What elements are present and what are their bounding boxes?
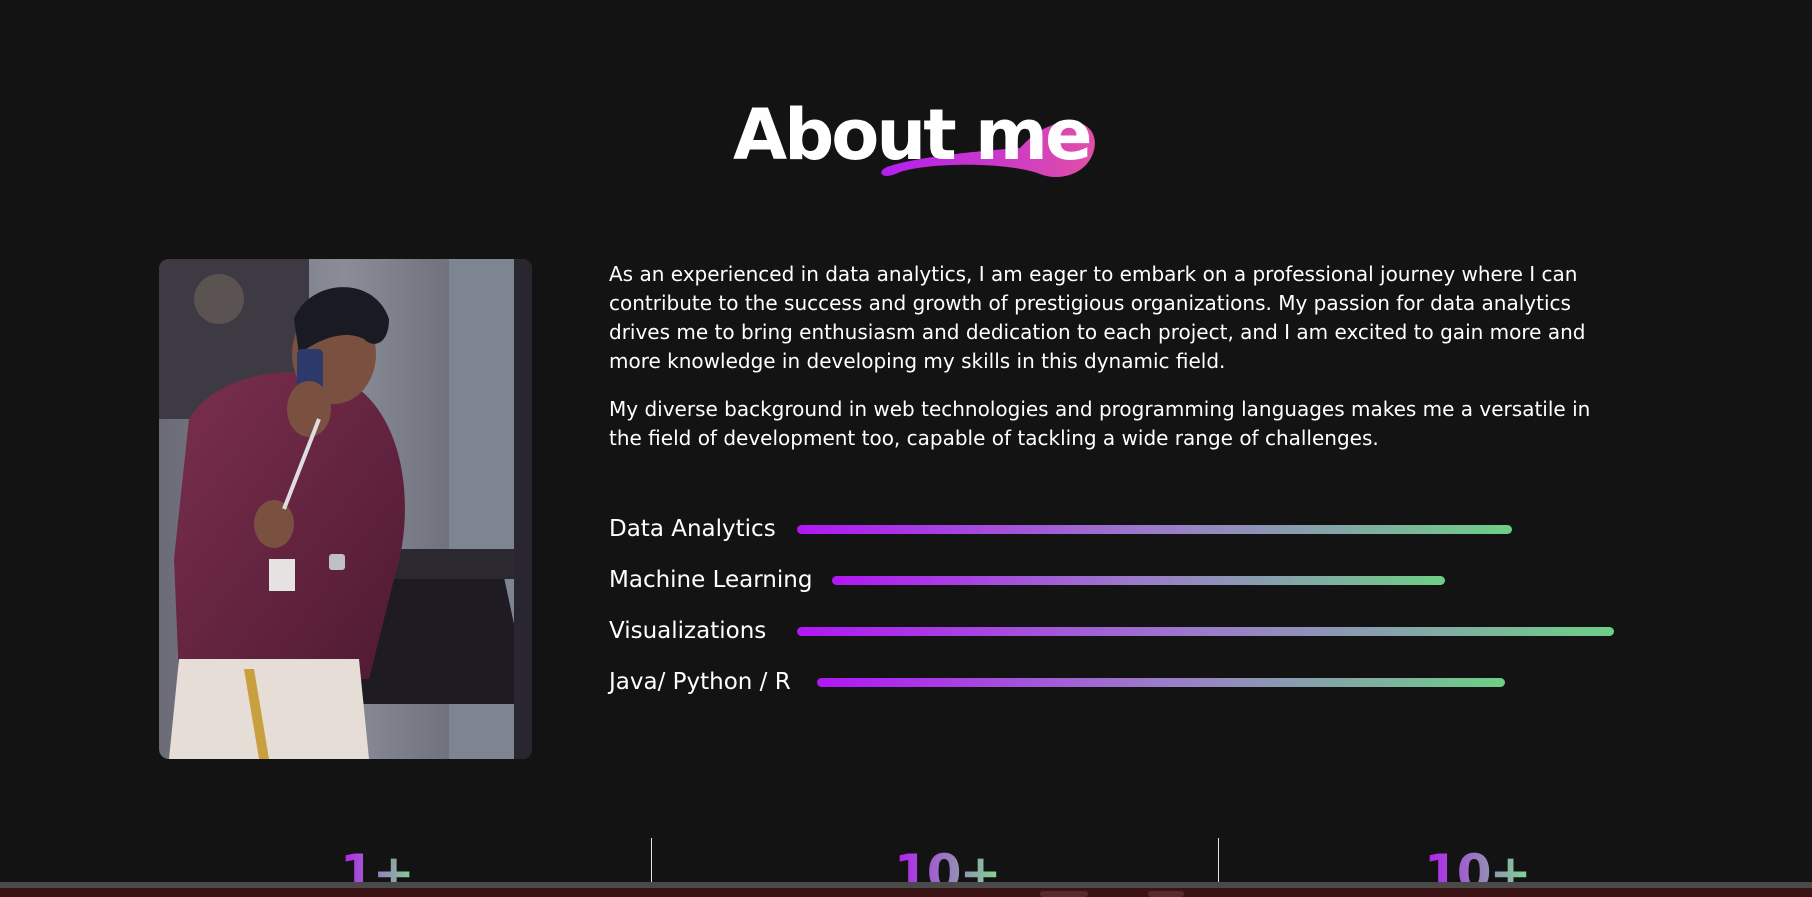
scrollbar-thumb[interactable] <box>1148 891 1184 897</box>
bio: As an experienced in data analytics, I a… <box>609 260 1629 472</box>
stats-divider <box>651 838 652 886</box>
about-section: About me As an experienced in data analy… <box>0 0 1812 897</box>
skill-name: Java/ Python / R <box>609 669 791 695</box>
skill-bar <box>817 678 1505 687</box>
skill-name: Visualizations <box>609 618 767 644</box>
stats-divider <box>1218 838 1219 886</box>
skill-row-programming: Java/ Python / R <box>609 667 1629 718</box>
skill-bar <box>797 627 1614 636</box>
horizontal-scrollbar[interactable] <box>0 882 1812 897</box>
scrollbar-thumb[interactable] <box>1040 891 1088 897</box>
about-title: About me <box>733 94 1092 176</box>
bio-paragraph-2: My diverse background in web technologie… <box>609 397 1591 450</box>
skill-bar <box>832 576 1445 585</box>
scrollbar-track <box>0 882 1812 888</box>
skill-row-machine-learning: Machine Learning <box>609 565 1629 616</box>
skill-bar <box>797 525 1512 534</box>
skills-list: Data Analytics Machine Learning Visualiz… <box>609 514 1629 718</box>
section-title: About me <box>730 90 1130 200</box>
skill-name: Data Analytics <box>609 516 776 542</box>
profile-photo <box>159 259 532 759</box>
bio-paragraph-1: As an experienced in data analytics, I a… <box>609 262 1586 373</box>
skill-name: Machine Learning <box>609 567 813 593</box>
skill-row-data-analytics: Data Analytics <box>609 514 1629 565</box>
skill-row-visualizations: Visualizations <box>609 616 1629 667</box>
